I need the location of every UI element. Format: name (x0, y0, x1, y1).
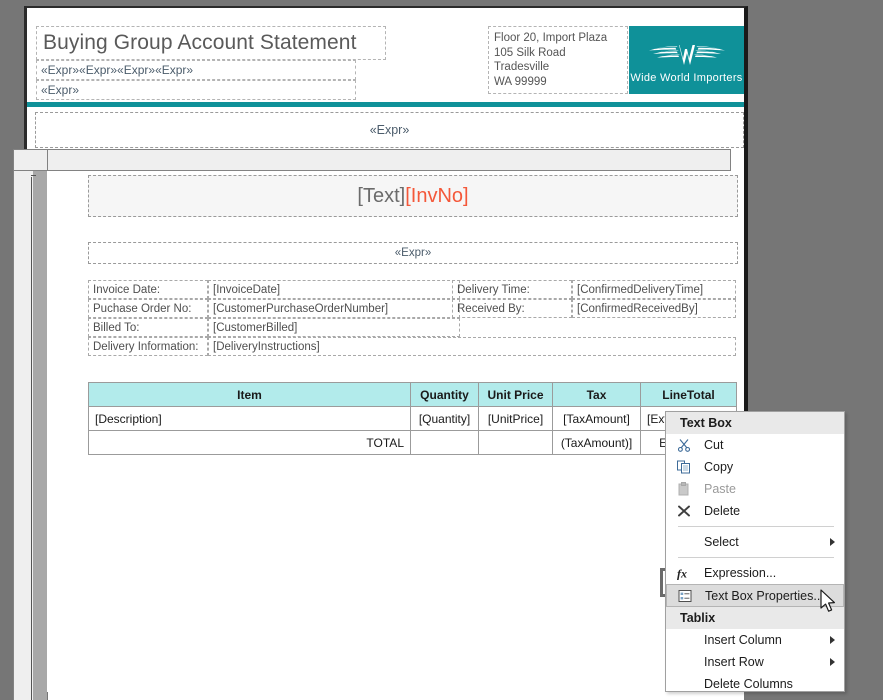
context-menu-item-cut[interactable]: Cut (666, 434, 844, 456)
header-teal-divider (27, 102, 744, 107)
cell-total-unit-price[interactable] (479, 431, 553, 455)
properties-icon (676, 587, 694, 605)
column-header-tax[interactable]: Tax (553, 383, 641, 407)
detail-value-purchase-order[interactable]: [CustomerPurchaseOrderNumber] (208, 299, 460, 318)
context-menu-item-select[interactable]: Select (666, 531, 844, 553)
chevron-right-icon (830, 636, 835, 644)
column-header-item[interactable]: Item (89, 383, 411, 407)
detail-value-delivery-time[interactable]: [ConfirmedDeliveryTime] (572, 280, 736, 299)
detail-label-delivery-time[interactable]: Delivery Time: (452, 280, 572, 299)
body-second-expr-textbox[interactable]: «Expr» (88, 242, 738, 264)
subtitle-expr-2: «Expr» (37, 83, 79, 97)
body-top-expr-text: «Expr» (370, 123, 410, 137)
context-menu-item-text-box-properties-label: Text Box Properties... (705, 589, 824, 603)
report-title-textbox[interactable]: Buying Group Account Statement (36, 26, 386, 60)
company-logo[interactable]: Wide World Importers (629, 26, 744, 94)
context-menu-item-delete-label: Delete (704, 504, 740, 518)
scissors-icon (675, 436, 693, 454)
context-menu-group-title-text-box: Text Box (666, 412, 844, 434)
context-menu-separator-1 (678, 526, 834, 527)
context-menu-item-insert-column[interactable]: Insert Column (666, 629, 844, 651)
tablix-row-handle-rule (31, 177, 32, 700)
address-line-4: WA 99999 (494, 75, 627, 90)
cell-unit-price[interactable]: [UnitPrice] (479, 407, 553, 431)
tablix-row-handle-fill[interactable] (33, 171, 47, 700)
context-menu-separator-2 (678, 557, 834, 558)
subtitle-expr-1: «Expr»«Expr»«Expr»«Expr» (37, 63, 193, 77)
context-menu-item-select-label: Select (704, 535, 739, 549)
address-line-1: Floor 20, Import Plaza (494, 31, 627, 46)
tablix-body: [Description] [Quantity] [UnitPrice] [Ta… (89, 407, 737, 455)
context-menu-item-insert-column-label: Insert Column (704, 633, 782, 647)
tablix-column-handle-strip[interactable] (48, 150, 730, 170)
table-row[interactable]: [Description] [Quantity] [UnitPrice] [Ta… (89, 407, 737, 431)
detail-label-purchase-order[interactable]: Puchase Order No: (88, 299, 208, 318)
detail-label-billed-to[interactable]: Billed To: (88, 318, 208, 337)
svg-text:fx: fx (677, 567, 687, 581)
fx-icon: fx (675, 564, 693, 582)
chevron-right-icon (830, 538, 835, 546)
context-menu-item-insert-row-label: Insert Row (704, 655, 764, 669)
subtitle-textbox-1[interactable]: «Expr»«Expr»«Expr»«Expr» (36, 60, 356, 80)
cell-tax[interactable]: [TaxAmount] (553, 407, 641, 431)
detail-label-invoice-date[interactable]: Invoice Date: (88, 280, 208, 299)
cell-description[interactable]: [Description] (89, 407, 411, 431)
chevron-right-icon (830, 658, 835, 666)
detail-value-invoice-date[interactable]: [InvoiceDate] (208, 280, 460, 299)
logo-wordmark: Wide World Importers (630, 72, 742, 84)
page-title: Buying Group Account Statement (37, 31, 357, 55)
report-header-band[interactable]: Buying Group Account Statement «Expr»«Ex… (27, 8, 744, 104)
table-total-row[interactable]: TOTAL (TaxAmount)] ExtendedP (89, 431, 737, 455)
context-menu-item-paste-label: Paste (704, 482, 736, 496)
context-menu-item-expression-label: Expression... (704, 566, 776, 580)
context-menu[interactable]: Text Box Cut (665, 411, 845, 692)
table-header-row: Item Quantity Unit Price Tax LineTotal (89, 383, 737, 407)
report-body-band[interactable]: [Text][InvNo] «Expr» Invoice Date: [Invo… (48, 172, 744, 700)
detail-label-delivery-information[interactable]: Delivery Information: (88, 337, 208, 356)
line-items-tablix[interactable]: Item Quantity Unit Price Tax LineTotal [… (88, 382, 737, 455)
column-header-quantity[interactable]: Quantity (411, 383, 479, 407)
cell-total-label[interactable]: TOTAL (89, 431, 411, 455)
detail-value-delivery-information[interactable]: [DeliveryInstructions] (208, 337, 736, 356)
detail-value-received-by[interactable]: [ConfirmedReceivedBy] (572, 299, 736, 318)
paste-icon (675, 480, 693, 498)
column-header-line-total[interactable]: LineTotal (641, 383, 737, 407)
column-header-unit-price[interactable]: Unit Price (479, 383, 553, 407)
report-designer-canvas: Buying Group Account Statement «Expr»«Ex… (0, 0, 883, 692)
context-menu-item-copy[interactable]: Copy (666, 456, 844, 478)
context-menu-item-delete[interactable]: Delete (666, 500, 844, 522)
context-menu-item-paste[interactable]: Paste (666, 478, 844, 500)
winged-w-logo-icon (639, 37, 735, 71)
body-top-expr-textbox[interactable]: «Expr» (35, 112, 744, 148)
tablix-column-handle-bar[interactable] (13, 149, 731, 171)
context-menu-item-cut-label: Cut (704, 438, 723, 452)
invoice-heading-invno-part: [InvNo] (405, 185, 468, 208)
invoice-heading-textbox[interactable]: [Text][InvNo] (88, 175, 738, 217)
address-line-3: Tradesville (494, 60, 627, 75)
context-menu-item-copy-label: Copy (704, 460, 733, 474)
subtitle-textbox-2[interactable]: «Expr» (36, 80, 356, 100)
context-menu-item-delete-columns-label: Delete Columns (704, 677, 793, 691)
cell-total-quantity[interactable] (411, 431, 479, 455)
company-address-textbox[interactable]: Floor 20, Import Plaza 105 Silk Road Tra… (488, 26, 628, 94)
report-page-surface[interactable]: Buying Group Account Statement «Expr»«Ex… (24, 6, 748, 692)
body-second-expr-text: «Expr» (395, 247, 431, 259)
cell-quantity[interactable]: [Quantity] (411, 407, 479, 431)
address-line-2: 105 Silk Road (494, 46, 627, 61)
context-menu-group-title-tablix: Tablix (666, 607, 844, 629)
tablix-row-handle-bar[interactable] (13, 171, 47, 700)
tablix-row-handle-tick (31, 175, 36, 176)
delete-x-icon (675, 502, 693, 520)
copy-icon (675, 458, 693, 476)
mouse-cursor (820, 589, 838, 615)
tablix-header-row-group: Item Quantity Unit Price Tax LineTotal (89, 383, 737, 407)
context-menu-item-text-box-properties[interactable]: Text Box Properties... (666, 584, 844, 607)
context-menu-item-insert-row[interactable]: Insert Row (666, 651, 844, 673)
cell-total-tax[interactable]: (TaxAmount)] (553, 431, 641, 455)
detail-label-received-by[interactable]: Received By: (452, 299, 572, 318)
detail-value-billed-to[interactable]: [CustomerBilled] (208, 318, 460, 337)
context-menu-item-expression[interactable]: fx Expression... (666, 562, 844, 584)
tablix-corner-handle[interactable] (14, 150, 48, 170)
invoice-heading-text-part: [Text] (357, 185, 405, 208)
